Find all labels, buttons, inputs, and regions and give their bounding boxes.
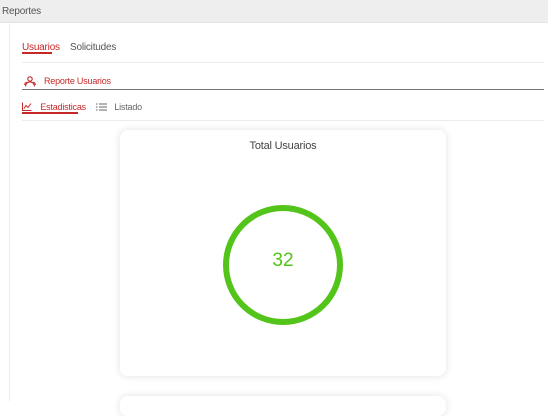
total-usuarios-value: 32 [272, 250, 294, 271]
report-header: Reporte Usuarios [22, 72, 544, 90]
tab-usuarios[interactable]: Usuarios [22, 42, 60, 54]
report-title: Reporte Usuarios [44, 76, 111, 86]
left-divider [9, 22, 10, 401]
tab-listado-label: Listado [114, 102, 142, 112]
tab-solicitudes-label: Solicitudes [70, 42, 117, 53]
tab-estadisticas[interactable]: Estadisticas [22, 102, 86, 114]
total-usuarios-card: Total Usuarios 32 [120, 130, 446, 376]
page-title: Reportes [2, 6, 41, 17]
active-tab-indicator [22, 52, 52, 54]
card-title: Total Usuarios [249, 140, 317, 152]
top-bar: Reportes [0, 0, 548, 23]
tab-listado[interactable]: Listado [96, 102, 142, 113]
list-icon [96, 103, 107, 113]
tab-estadisticas-label: Estadisticas [40, 102, 86, 112]
main-tabs: Usuarios Solicitudes [22, 36, 544, 63]
tab-solicitudes[interactable]: Solicitudes [70, 42, 116, 53]
users-icon [23, 74, 37, 92]
active-subtab-indicator [22, 112, 78, 114]
sub-tabs: Estadisticas Listado [22, 96, 544, 121]
secondary-card [120, 396, 446, 416]
